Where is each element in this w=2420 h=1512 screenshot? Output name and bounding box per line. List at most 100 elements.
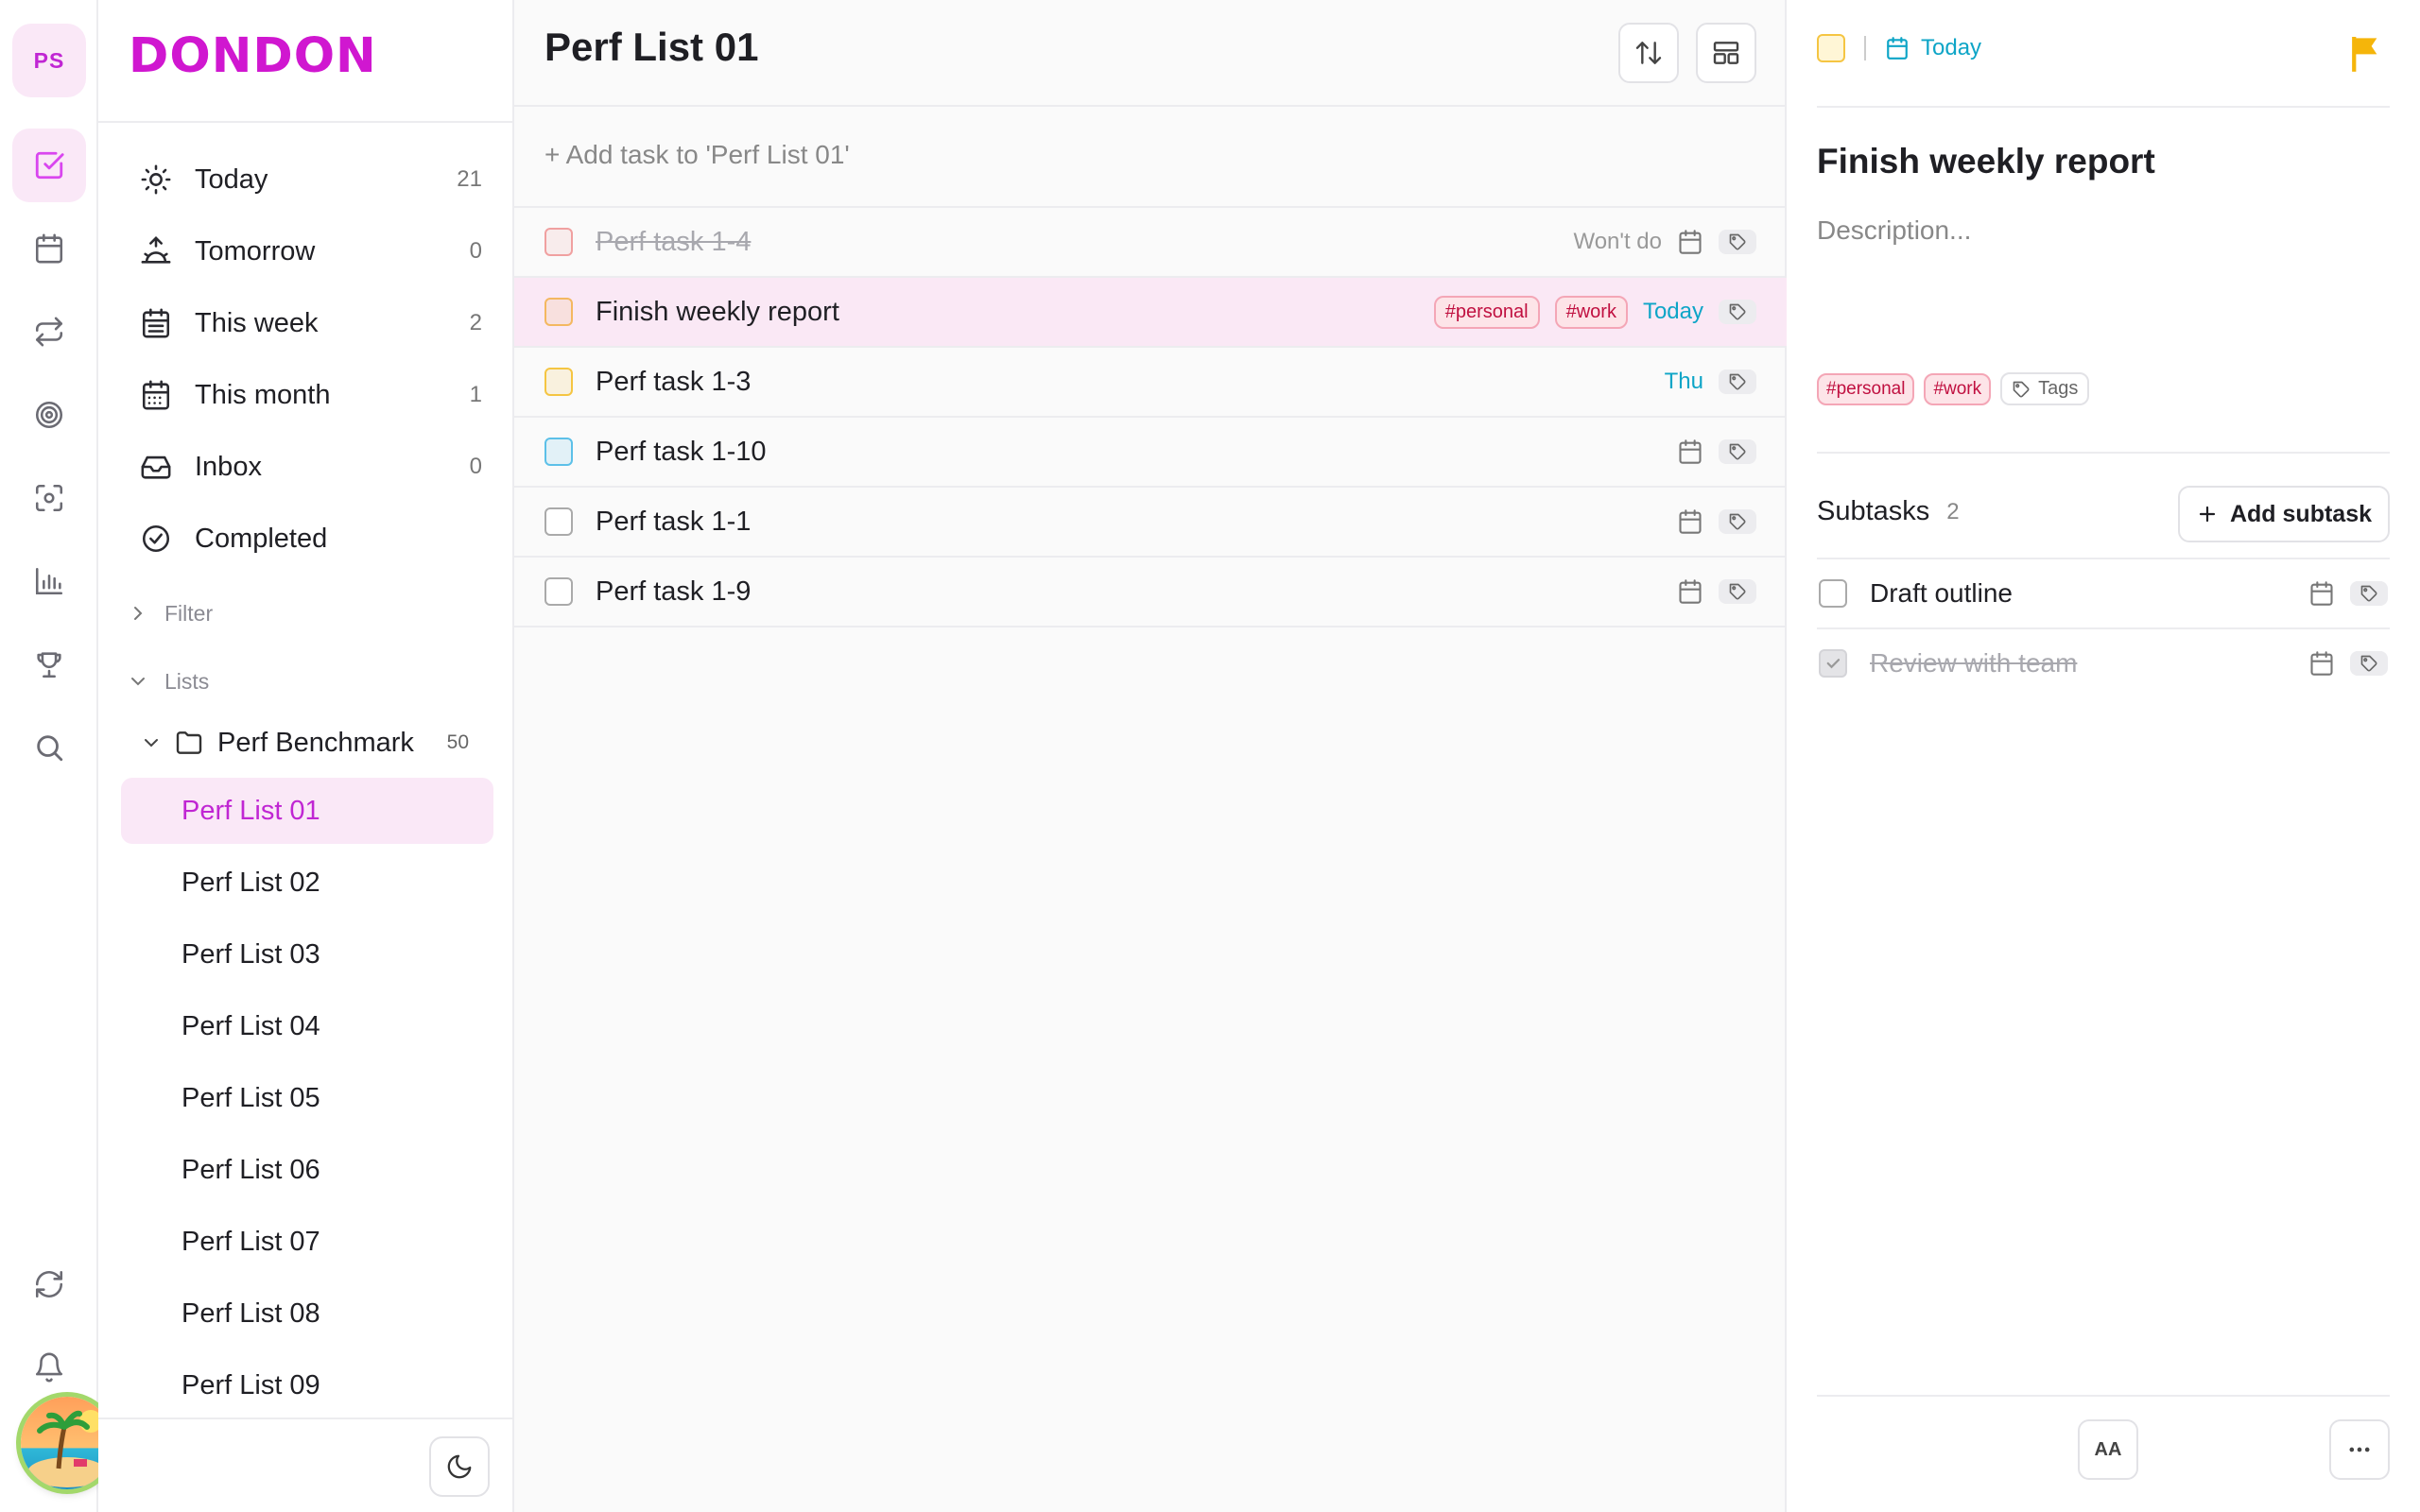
calendar-icon[interactable]	[2308, 650, 2335, 677]
calendar-icon[interactable]	[12, 212, 86, 285]
calendar-icon[interactable]	[2308, 580, 2335, 607]
font-size-button[interactable]: AA	[2078, 1419, 2138, 1480]
plus-icon	[2199, 506, 2216, 523]
filter-label: Filter	[164, 600, 214, 626]
add-subtask-button[interactable]: Add subtask	[2178, 486, 2390, 542]
add-subtask-label: Add subtask	[2229, 500, 2373, 527]
list-item-perf-list-07[interactable]: Perf List 07	[121, 1209, 493, 1275]
task-checkbox[interactable]	[544, 577, 573, 606]
task-title: Finish weekly report	[596, 296, 839, 327]
task-row[interactable]: Finish weekly report #personal #work Today	[514, 278, 1787, 348]
list-item-perf-list-09[interactable]: Perf List 09	[121, 1352, 493, 1418]
subtask-row[interactable]: Draft outline	[1817, 558, 2390, 627]
tags-button[interactable]: Tags	[2000, 372, 2090, 405]
tag-icon[interactable]	[1719, 509, 1756, 534]
tag-icon[interactable]	[1719, 300, 1756, 324]
task-row[interactable]: Perf task 1-9	[514, 558, 1787, 627]
sort-button[interactable]	[1618, 23, 1679, 83]
nav-inbox[interactable]: Inbox 0	[121, 435, 497, 499]
task-checkbox[interactable]	[544, 438, 573, 466]
tag-icon[interactable]	[1719, 230, 1756, 254]
dark-mode-toggle[interactable]	[429, 1436, 490, 1497]
nav-label: This month	[195, 379, 331, 410]
task-title: Perf task 1-3	[596, 366, 752, 397]
tag-personal[interactable]: #personal	[1817, 372, 1915, 405]
detail-checkbox[interactable]	[1817, 34, 1845, 62]
nav-tomorrow[interactable]: Tomorrow 0	[121, 219, 497, 284]
nav-this-month[interactable]: This month 1	[121, 363, 497, 427]
trophy-icon[interactable]	[12, 627, 86, 701]
nav-count: 0	[469, 238, 482, 264]
nav-completed[interactable]: Completed	[121, 507, 497, 571]
page-title: Perf List 01	[544, 25, 759, 69]
priority-flag-icon[interactable]	[2350, 34, 2382, 72]
calendar-icon[interactable]	[1677, 229, 1703, 255]
inbox-icon	[141, 455, 171, 479]
task-row[interactable]: Perf task 1-10	[514, 418, 1787, 488]
task-date[interactable]: Thu	[1665, 369, 1703, 395]
task-checkbox[interactable]	[544, 507, 573, 536]
detail-title[interactable]: Finish weekly report	[1817, 142, 2155, 181]
repeat-icon[interactable]	[12, 295, 86, 369]
task-date[interactable]: Today	[1643, 299, 1703, 325]
tag-icon	[2013, 381, 2030, 397]
target-icon[interactable]	[12, 378, 86, 452]
list-item-perf-list-03[interactable]: Perf List 03	[121, 921, 493, 988]
list-item-perf-list-05[interactable]: Perf List 05	[121, 1065, 493, 1131]
more-horizontal-icon	[2349, 1447, 2370, 1452]
list-item-perf-list-04[interactable]: Perf List 04	[121, 993, 493, 1059]
divider	[1864, 36, 1866, 60]
tag-icon[interactable]	[1719, 579, 1756, 604]
tasks-icon[interactable]	[12, 129, 86, 202]
nav-count: 2	[469, 310, 482, 335]
folder-perf-benchmark[interactable]: Perf Benchmark 50	[140, 715, 499, 770]
folder-count: 50	[446, 731, 469, 753]
subtask-row[interactable]: Review with team	[1817, 627, 2390, 697]
task-row[interactable]: Perf task 1-3 Thu	[514, 348, 1787, 418]
layout-button[interactable]	[1696, 23, 1756, 83]
task-checkbox[interactable]	[544, 228, 573, 256]
subtask-checkbox[interactable]	[1819, 649, 1847, 678]
calendar-icon[interactable]	[1677, 508, 1703, 535]
focus-icon[interactable]	[12, 461, 86, 535]
task-checkbox[interactable]	[544, 368, 573, 396]
list-item-perf-list-01[interactable]: Perf List 01	[121, 778, 493, 844]
search-icon[interactable]	[12, 711, 86, 784]
sunrise-icon	[141, 236, 171, 264]
subtasks-count: 2	[1946, 498, 1960, 524]
task-tag[interactable]: #personal	[1433, 295, 1540, 329]
sun-icon	[141, 164, 171, 195]
avatar[interactable]: PS	[12, 24, 86, 97]
description-input[interactable]: Description...	[1817, 215, 1971, 246]
list-item-perf-list-06[interactable]: Perf List 06	[121, 1137, 493, 1203]
bell-icon[interactable]	[12, 1331, 86, 1404]
subtask-checkbox[interactable]	[1819, 579, 1847, 608]
nav-this-week[interactable]: This week 2	[121, 291, 497, 355]
calendar-icon[interactable]	[1677, 438, 1703, 465]
task-title: Perf task 1-1	[596, 506, 752, 537]
list-item-perf-list-02[interactable]: Perf List 02	[121, 850, 493, 916]
tag-work[interactable]: #work	[1924, 372, 1992, 405]
task-row[interactable]: Perf task 1-4 Won't do	[514, 208, 1787, 278]
task-tag[interactable]: #work	[1554, 295, 1628, 329]
date-picker-button[interactable]: Today	[1885, 35, 1981, 61]
filter-section[interactable]: Filter	[127, 594, 213, 632]
more-options-button[interactable]	[2329, 1419, 2390, 1480]
tags-button-label: Tags	[2038, 378, 2079, 399]
layout-icon	[1713, 42, 1739, 64]
add-task-input[interactable]: + Add task to 'Perf List 01'	[544, 140, 850, 170]
task-row[interactable]: Perf task 1-1	[514, 488, 1787, 558]
nav-today[interactable]: Today 21	[121, 147, 497, 212]
list-item-perf-list-08[interactable]: Perf List 08	[121, 1280, 493, 1347]
tag-icon[interactable]	[2350, 651, 2388, 676]
tag-icon[interactable]	[1719, 369, 1756, 394]
calendar-icon	[1887, 37, 1908, 60]
stats-icon[interactable]	[12, 544, 86, 618]
tag-icon[interactable]	[1719, 439, 1756, 464]
task-checkbox[interactable]	[544, 298, 573, 326]
tag-icon[interactable]	[2350, 581, 2388, 606]
folder-name: Perf Benchmark	[217, 727, 414, 758]
sync-icon[interactable]	[12, 1247, 86, 1321]
calendar-icon[interactable]	[1677, 578, 1703, 605]
lists-section[interactable]: Lists	[127, 662, 209, 700]
